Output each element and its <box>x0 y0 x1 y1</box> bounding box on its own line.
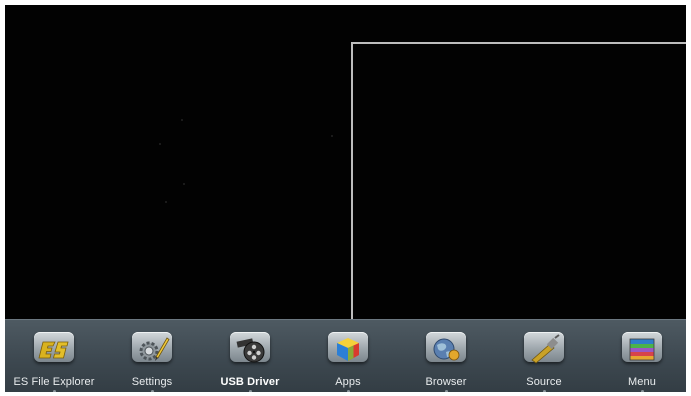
taskbar-item-browser[interactable]: Browser <box>397 320 495 392</box>
taskbar-item-settings[interactable]: Settings <box>103 320 201 392</box>
taskbar-item-label: Source <box>526 376 562 389</box>
taskbar-item-label: USB Driver <box>220 376 280 389</box>
taskbar-item-label: Apps <box>335 376 361 389</box>
indicator-dot <box>542 390 546 392</box>
usb-driver-film-reel-icon <box>230 332 270 363</box>
taskbar-item-menu[interactable]: Menu <box>593 320 686 392</box>
indicator-dot <box>640 390 644 392</box>
es-file-explorer-icon <box>34 332 74 363</box>
taskbar-item-label: Settings <box>131 376 173 389</box>
indicator-dot <box>346 390 350 392</box>
indicator-dot <box>248 390 252 392</box>
noise-speck <box>181 119 183 121</box>
taskbar-item-label: Menu <box>628 376 656 389</box>
indicator-dot <box>52 390 56 392</box>
taskbar-item-apps[interactable]: Apps <box>299 320 397 392</box>
browser-globe-icon <box>426 332 466 363</box>
noise-speck <box>165 201 167 203</box>
tv-screen: ES File Explorer Settings USB Driver App… <box>5 5 686 392</box>
source-cable-icon <box>524 332 564 364</box>
taskbar-item-label: ES File Explorer <box>13 376 95 389</box>
noise-speck <box>331 135 333 137</box>
apps-cube-icon <box>328 332 368 363</box>
indicator-dot <box>150 390 154 392</box>
taskbar-item-source[interactable]: Source <box>495 320 593 392</box>
indicator-dot <box>444 390 448 392</box>
taskbar-item-es-file-explorer[interactable]: ES File Explorer <box>5 320 103 392</box>
preview-window-frame <box>351 42 686 332</box>
taskbar: ES File Explorer Settings USB Driver App… <box>5 319 686 392</box>
taskbar-item-usb-driver[interactable]: USB Driver <box>201 320 299 392</box>
noise-speck <box>159 143 161 145</box>
menu-book-icon <box>622 332 662 363</box>
settings-gear-icon <box>132 332 172 363</box>
noise-speck <box>183 183 185 185</box>
taskbar-item-label: Browser <box>425 376 467 389</box>
